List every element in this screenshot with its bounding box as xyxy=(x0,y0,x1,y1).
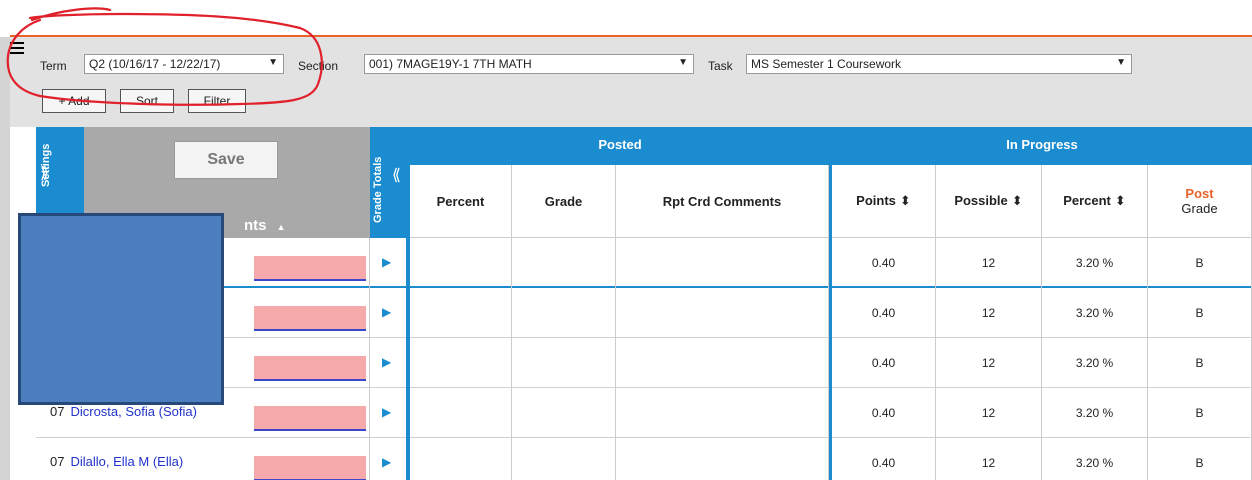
expand-row-icon[interactable]: ▶ xyxy=(382,405,391,419)
collapse-left-icon: ⟪ xyxy=(392,167,401,184)
expand-row-icon[interactable]: ▶ xyxy=(382,355,391,369)
term-label: Term xyxy=(40,59,67,73)
student-name: Dilallo, Ella M (Ella) xyxy=(70,454,184,469)
student-name: Dicrosta, Sofia (Sofia) xyxy=(70,404,197,419)
student-name-link[interactable]: 07 Dilallo, Ella M (Ella) xyxy=(50,454,183,469)
points-cell: 0.40 xyxy=(832,238,936,288)
possible-header[interactable]: Possible ⬍ xyxy=(936,165,1042,238)
posted-percent-cell[interactable] xyxy=(410,288,512,338)
posted-grade-cell[interactable] xyxy=(512,288,616,338)
term-select-value: Q2 (10/16/17 - 12/22/17) xyxy=(89,57,221,71)
grade-cell: B xyxy=(1148,238,1252,288)
hamburger-menu-icon[interactable] xyxy=(10,42,24,56)
settings-label: Settings xyxy=(40,143,52,187)
posted-inprogress-separator xyxy=(829,127,832,480)
posted-percent-cell[interactable] xyxy=(410,238,512,288)
possible-cell: 12 xyxy=(936,238,1042,288)
task-select-value: MS Semester 1 Coursework xyxy=(751,57,902,71)
rpt-comments-cell[interactable] xyxy=(616,338,829,388)
highlight-box xyxy=(254,406,366,431)
sort-icon: ⬍ xyxy=(1011,193,1023,208)
ip-percent-header[interactable]: Percent ⬍ xyxy=(1042,165,1148,238)
highlight-box xyxy=(254,306,366,331)
student-cell: 07 Dilallo, Ella M (Ella) xyxy=(36,438,370,480)
posted-grade-cell[interactable] xyxy=(512,388,616,438)
percent-cell: 3.20 % xyxy=(1042,238,1148,288)
in-progress-group-header: In Progress xyxy=(832,127,1252,165)
redaction-box xyxy=(18,213,224,405)
rpt-comments-cell[interactable] xyxy=(616,288,829,338)
points-cell: 0.40 xyxy=(832,288,936,338)
posted-group-header: Posted xyxy=(410,127,830,165)
save-button[interactable]: Save xyxy=(174,141,278,179)
sort-button[interactable]: Sort xyxy=(120,89,174,113)
sort-icon: ⬍ xyxy=(1114,193,1126,208)
percent-cell: 3.20 % xyxy=(1042,438,1148,480)
top-band xyxy=(0,0,1252,36)
grade-totals-tab[interactable]: ⟪ Grade Totals xyxy=(370,127,410,238)
percent-cell: 3.20 % xyxy=(1042,288,1148,338)
rpt-comments-cell[interactable] xyxy=(616,238,829,288)
posted-grade-cell[interactable] xyxy=(512,238,616,288)
chevron-down-icon: ▼ xyxy=(678,57,688,68)
rpt-comments-cell[interactable] xyxy=(616,438,829,480)
grade-level: 07 xyxy=(50,404,65,419)
percent-cell: 3.20 % xyxy=(1042,388,1148,438)
task-label: Task xyxy=(708,59,733,73)
chevron-down-icon: ▼ xyxy=(1116,57,1126,68)
student-name-link[interactable]: 07 Dicrosta, Sofia (Sofia) xyxy=(50,404,197,419)
grade-cell: B xyxy=(1148,288,1252,338)
table-row: 07 Dilallo, Ella M (Ella) ▶ 0.40 12 3.20 … xyxy=(36,438,1252,480)
points-cell: 0.40 xyxy=(832,438,936,480)
possible-cell: 12 xyxy=(936,438,1042,480)
points-cell: 0.40 xyxy=(832,388,936,438)
students-column-header[interactable]: nts ▲ xyxy=(244,217,286,234)
highlight-box xyxy=(254,356,366,381)
grade-cell: B xyxy=(1148,388,1252,438)
rpt-comments-cell[interactable] xyxy=(616,388,829,438)
add-button[interactable]: + Add xyxy=(42,89,106,113)
expand-row-icon[interactable]: ▶ xyxy=(382,455,391,469)
post-grade-label: Grade xyxy=(1181,201,1218,216)
post-grade-header: Post Grade xyxy=(1148,165,1252,238)
posted-grade-cell[interactable] xyxy=(512,338,616,388)
posted-percent-cell[interactable] xyxy=(410,438,512,480)
chevron-down-icon: ▼ xyxy=(268,57,278,68)
highlight-box xyxy=(254,456,366,480)
points-header[interactable]: Points ⬍ xyxy=(832,165,936,238)
points-cell: 0.40 xyxy=(832,338,936,388)
posted-percent-cell[interactable] xyxy=(410,388,512,438)
percent-cell: 3.20 % xyxy=(1042,338,1148,388)
expand-row-icon[interactable]: ▶ xyxy=(382,305,391,319)
expand-row-icon[interactable]: ▶ xyxy=(382,255,391,269)
grade-totals-separator xyxy=(406,165,410,480)
section-label: Section xyxy=(298,59,339,73)
filter-button[interactable]: Filter xyxy=(188,89,246,113)
grade-cell: B xyxy=(1148,438,1252,480)
section-select[interactable]: 001) 7MAGE19Y-1 7TH MATH ▼ xyxy=(364,54,694,74)
students-label: nts xyxy=(244,217,267,234)
posted-grade-header: Grade xyxy=(512,165,616,238)
post-label: Post xyxy=(1185,186,1214,201)
posted-percent-header: Percent xyxy=(410,165,512,238)
sort-asc-icon: ▲ xyxy=(276,222,286,232)
term-select[interactable]: Q2 (10/16/17 - 12/22/17) ▼ xyxy=(84,54,284,74)
possible-cell: 12 xyxy=(936,388,1042,438)
grade-totals-label: Grade Totals xyxy=(372,156,384,223)
left-gutter xyxy=(0,37,10,480)
grade-level: 07 xyxy=(50,454,65,469)
sort-icon: ⬍ xyxy=(899,193,911,208)
toolbar xyxy=(10,37,1252,127)
highlight-box xyxy=(254,256,366,281)
section-select-value: 001) 7MAGE19Y-1 7TH MATH xyxy=(369,57,532,71)
posted-grade-cell[interactable] xyxy=(512,438,616,480)
possible-cell: 12 xyxy=(936,338,1042,388)
rpt-comments-header: Rpt Crd Comments xyxy=(616,165,829,238)
grade-cell: B xyxy=(1148,338,1252,388)
posted-percent-cell[interactable] xyxy=(410,338,512,388)
possible-cell: 12 xyxy=(936,288,1042,338)
task-select[interactable]: MS Semester 1 Coursework ▼ xyxy=(746,54,1132,74)
